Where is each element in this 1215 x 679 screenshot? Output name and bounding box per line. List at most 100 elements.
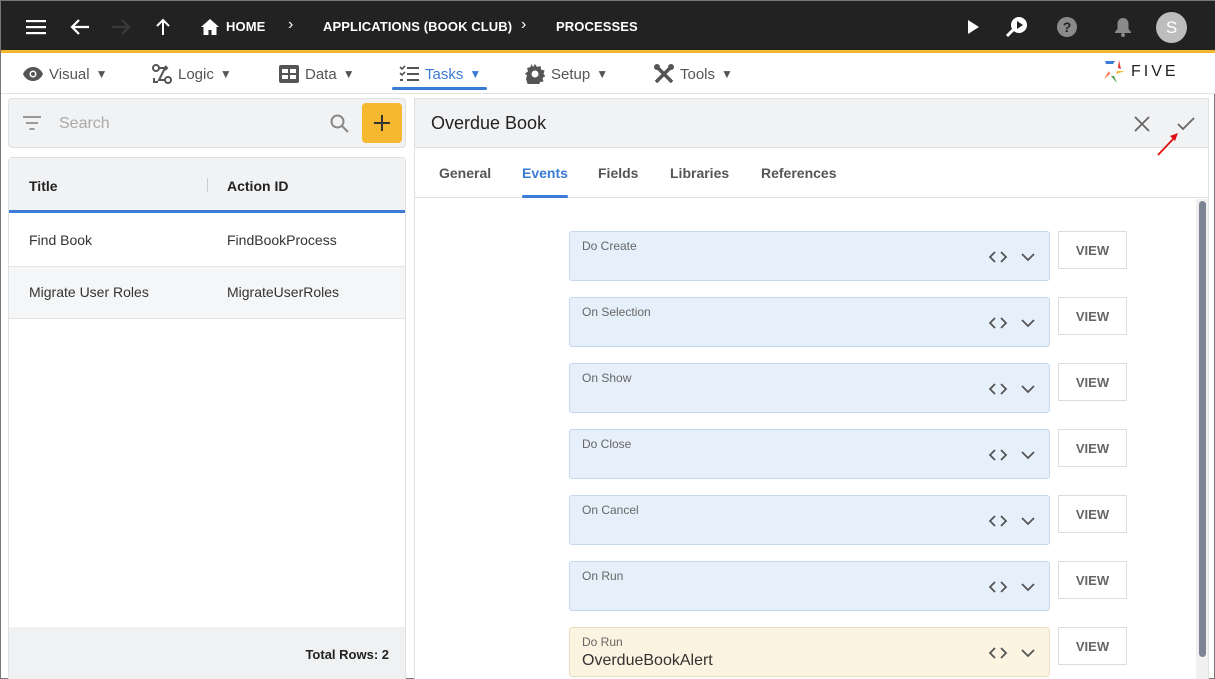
event-field-do-create[interactable]: Do Create <box>569 231 1050 281</box>
table-header: Title Action ID <box>9 158 405 213</box>
caret-down-icon: ▼ <box>342 67 355 81</box>
cell-title: Find Book <box>29 232 93 248</box>
plus-icon <box>374 115 390 131</box>
scrollbar-thumb[interactable] <box>1199 201 1206 657</box>
menu-data-label: Data <box>305 65 337 83</box>
help-icon[interactable]: ? <box>1053 13 1081 41</box>
search-icon[interactable] <box>330 114 349 133</box>
view-button[interactable]: VIEW <box>1058 429 1127 467</box>
menu-tools-label: Tools <box>680 65 716 83</box>
column-divider[interactable] <box>207 178 208 192</box>
event-field-on-show[interactable]: On Show <box>569 363 1050 413</box>
play-icon[interactable] <box>959 13 987 41</box>
view-button[interactable]: VIEW <box>1058 495 1127 533</box>
detail-panel: Overdue Book General Events Fields Libra… <box>414 98 1209 679</box>
view-button[interactable]: VIEW <box>1058 627 1127 665</box>
view-button[interactable]: VIEW <box>1058 297 1127 335</box>
caret-down-icon: ▼ <box>219 67 232 81</box>
caret-down-icon: ▼ <box>596 67 609 81</box>
table-icon <box>279 65 299 83</box>
event-field-on-cancel[interactable]: On Cancel <box>569 495 1050 545</box>
tab-libraries[interactable]: Libraries <box>670 165 729 181</box>
tab-active-indicator <box>522 195 568 198</box>
save-button[interactable] <box>1173 111 1199 137</box>
up-arrow-icon[interactable] <box>149 13 177 41</box>
breadcrumb-processes[interactable]: PROCESSES <box>556 19 638 34</box>
close-button[interactable] <box>1129 111 1155 137</box>
tab-references[interactable]: References <box>761 165 837 181</box>
event-field-do-run[interactable]: Do Run OverdueBookAlert <box>569 627 1050 677</box>
bell-icon[interactable] <box>1109 13 1137 41</box>
column-header-title[interactable]: Title <box>29 178 58 194</box>
menu-tasks-label: Tasks <box>425 65 464 83</box>
avatar[interactable]: S <box>1156 12 1187 43</box>
caret-down-icon: ▼ <box>721 67 733 81</box>
menu-tools[interactable]: Tools ▼ <box>654 62 733 86</box>
search-bar <box>8 98 406 148</box>
forward-arrow-icon[interactable] <box>107 13 135 41</box>
logo-text: FIVE <box>1131 63 1179 80</box>
code-icon[interactable] <box>988 645 1008 661</box>
chevron-right-icon: › <box>521 16 527 33</box>
filter-icon[interactable] <box>23 116 41 130</box>
search-input[interactable] <box>59 112 319 136</box>
table-row[interactable]: Migrate User Roles MigrateUserRoles <box>9 267 405 319</box>
code-icon[interactable] <box>988 381 1008 397</box>
table-footer: Total Rows: 2 <box>9 627 405 679</box>
chevron-down-icon[interactable] <box>1020 249 1036 265</box>
tab-events[interactable]: Events <box>522 165 568 181</box>
detail-title: Overdue Book <box>431 113 547 133</box>
view-button[interactable]: VIEW <box>1058 561 1127 599</box>
back-arrow-icon[interactable] <box>66 13 94 41</box>
checklist-icon <box>399 65 419 81</box>
menu-logic[interactable]: Logic ▼ <box>152 62 232 86</box>
code-icon[interactable] <box>988 513 1008 529</box>
five-logo: FIVE <box>1103 59 1179 85</box>
menu-tasks[interactable]: Tasks ▼ <box>399 62 481 86</box>
cell-action-id: FindBookProcess <box>227 232 337 248</box>
chevron-down-icon[interactable] <box>1020 645 1036 661</box>
table-row[interactable]: Find Book FindBookProcess <box>9 215 405 267</box>
svg-text:?: ? <box>1063 19 1072 35</box>
field-label: On Cancel <box>582 503 639 517</box>
tab-fields[interactable]: Fields <box>598 165 638 181</box>
field-label: Do Close <box>582 437 632 451</box>
chevron-down-icon[interactable] <box>1020 315 1036 331</box>
event-field-on-selection[interactable]: On Selection <box>569 297 1050 347</box>
menu-setup-label: Setup <box>551 65 591 83</box>
menu-icon[interactable] <box>22 13 50 41</box>
view-button[interactable]: VIEW <box>1058 363 1127 401</box>
code-icon[interactable] <box>988 579 1008 595</box>
chevron-down-icon[interactable] <box>1020 381 1036 397</box>
event-field-on-run[interactable]: On Run <box>569 561 1050 611</box>
home-icon[interactable] <box>196 13 224 41</box>
top-bar: HOME › APPLICATIONS (BOOK CLUB) › PROCES… <box>1 1 1215 53</box>
detail-header: Overdue Book <box>415 99 1208 148</box>
code-icon[interactable] <box>988 315 1008 331</box>
breadcrumb-home[interactable]: HOME <box>226 19 265 34</box>
breadcrumb-applications[interactable]: APPLICATIONS (BOOK CLUB) <box>323 19 512 34</box>
code-icon[interactable] <box>988 447 1008 463</box>
add-button[interactable] <box>362 103 402 143</box>
tools-icon <box>654 64 674 84</box>
chevron-down-icon[interactable] <box>1020 447 1036 463</box>
logic-icon <box>152 64 172 84</box>
field-label: On Run <box>582 569 624 583</box>
code-icon[interactable] <box>988 249 1008 265</box>
close-icon <box>1134 116 1150 132</box>
tab-general[interactable]: General <box>439 165 491 181</box>
menu-data[interactable]: Data ▼ <box>279 62 355 86</box>
menu-visual[interactable]: Visual ▼ <box>23 62 107 86</box>
column-header-action-id[interactable]: Action ID <box>227 178 288 194</box>
search-play-icon[interactable] <box>1003 13 1031 41</box>
menu-setup[interactable]: Setup ▼ <box>525 62 608 86</box>
event-field-do-close[interactable]: Do Close <box>569 429 1050 479</box>
field-value: OverdueBookAlert <box>582 652 713 669</box>
chevron-down-icon[interactable] <box>1020 579 1036 595</box>
detail-tabs: General Events Fields Libraries Referenc… <box>415 148 1208 198</box>
chevron-right-icon: › <box>288 16 294 33</box>
field-label: Do Run <box>582 635 623 649</box>
gear-icon <box>525 64 545 84</box>
view-button[interactable]: VIEW <box>1058 231 1127 269</box>
chevron-down-icon[interactable] <box>1020 513 1036 529</box>
